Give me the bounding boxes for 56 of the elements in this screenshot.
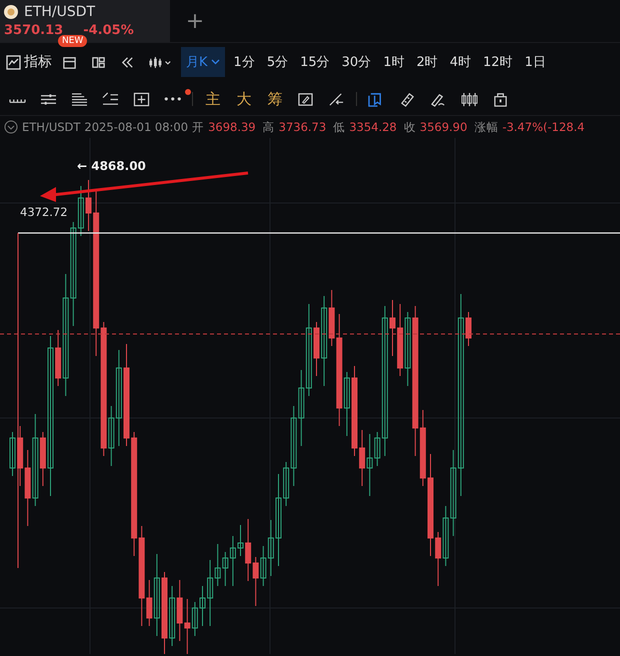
interval-tab[interactable]: 5分 (264, 53, 292, 71)
symbol-name: ETH/USDT (24, 4, 96, 20)
candle (466, 312, 472, 346)
interval-tab[interactable]: 1时 (380, 53, 408, 71)
new-badge: NEW (58, 35, 88, 47)
candle (200, 586, 206, 626)
candle (390, 300, 396, 356)
chart-mode-button[interactable]: 大 (232, 90, 256, 108)
candle (86, 180, 92, 232)
interval-tab[interactable]: 12时 (480, 53, 516, 71)
field-label: 涨幅 (474, 120, 498, 134)
field-value: 3736.73 (278, 120, 326, 134)
interval-tab[interactable]: 4时 (446, 53, 474, 71)
indicator-button[interactable]: 指标 (6, 53, 52, 71)
field-value: -3.47%(-128.4 (502, 120, 585, 134)
add-tab-button[interactable]: + (170, 0, 220, 42)
interval-tab[interactable]: 2时 (413, 53, 441, 71)
field-value: 3354.28 (349, 120, 397, 134)
list-icon[interactable] (71, 92, 88, 106)
interval-tab[interactable]: 15分 (297, 53, 333, 71)
high-price-label: ← 4868.00 (77, 159, 146, 173)
caret-icon (210, 59, 220, 65)
field-label: 收 (404, 120, 416, 134)
info-symbol: ETH/USDT (22, 120, 80, 134)
field-value: 3698.39 (208, 120, 256, 134)
field-label: 开 (192, 120, 204, 134)
layout-icon[interactable] (90, 54, 107, 70)
candle (314, 322, 320, 376)
sliders-icon[interactable] (40, 92, 57, 106)
interval-tab[interactable]: 1分 (230, 53, 258, 71)
line-tool-icon[interactable] (328, 92, 346, 106)
ruler-tool-icon[interactable] (399, 92, 416, 106)
line-chart-icon (6, 54, 21, 70)
coin-icon (4, 4, 18, 18)
candle-time: 2025-08-01 08:00 (84, 120, 188, 134)
chart-mode-button[interactable]: 筹 (263, 90, 286, 108)
field-label: 低 (333, 120, 346, 134)
more-button[interactable]: ••• (161, 92, 184, 106)
candles-tool-icon[interactable] (461, 92, 478, 106)
candle (10, 432, 16, 476)
collapse-icon[interactable] (4, 120, 18, 134)
candlestick-icon[interactable] (148, 54, 172, 70)
add-frame-icon[interactable] (133, 92, 150, 106)
period-dropdown[interactable]: 月K (181, 47, 225, 77)
edit-frame-icon[interactable] (297, 92, 314, 106)
interval-tab[interactable]: 30分 (338, 53, 374, 71)
field-label: 高 (262, 120, 275, 134)
chart-mode-button[interactable]: 主 (201, 90, 224, 108)
price-change: -4.05% (83, 23, 134, 38)
level-price-label: 4372.72 (20, 205, 68, 219)
interval-tab[interactable]: 1日 (522, 53, 549, 71)
candle (238, 524, 244, 556)
pen-icon[interactable] (430, 92, 448, 106)
field-value: 3569.90 (420, 120, 468, 134)
last-price: 3570.13 (4, 23, 64, 38)
lock-icon[interactable] (492, 92, 510, 106)
